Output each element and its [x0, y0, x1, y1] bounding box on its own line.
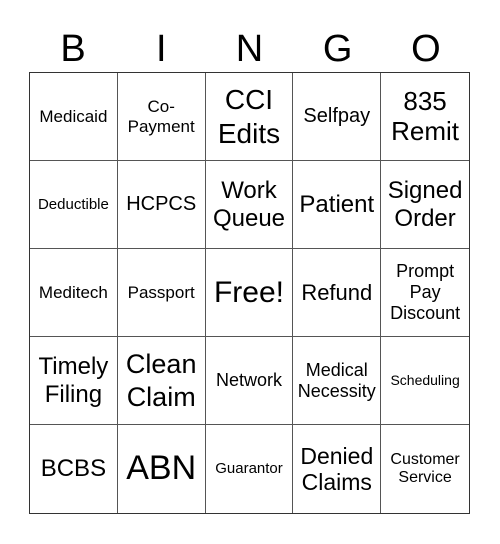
bingo-cell[interactable]: Selfpay [293, 73, 382, 161]
bingo-cell[interactable]: Signed Order [381, 161, 469, 249]
cell-text: 835 Remit [391, 85, 460, 146]
cell-text: Refund [301, 279, 373, 305]
header-letter-i: I [156, 28, 167, 70]
cell-text: BCBS [40, 455, 107, 483]
bingo-cell[interactable]: Patient [293, 161, 382, 249]
cell-text: CCI Edits [217, 83, 281, 149]
bingo-cell[interactable]: Guarantor [206, 425, 294, 513]
header-letter-g: G [322, 28, 353, 70]
cell-text: Denied Claims [300, 442, 374, 495]
bingo-cell[interactable]: Meditech [30, 249, 118, 337]
bingo-cell[interactable]: BCBS [30, 425, 118, 513]
bingo-cell[interactable]: Clean Claim [117, 337, 206, 425]
cell-text: Guarantor [215, 460, 283, 478]
bingo-cell[interactable]: Network [205, 337, 294, 425]
bingo-cell[interactable]: Co- Payment [117, 73, 206, 161]
bingo-cell[interactable]: CCI Edits [205, 73, 294, 161]
free-space-cell[interactable]: Free! [205, 249, 294, 337]
cell-text: Passport [127, 282, 195, 302]
bingo-cell[interactable]: Passport [117, 249, 206, 337]
bingo-cell[interactable]: HCPCS [117, 161, 206, 249]
bingo-cell[interactable]: Scheduling [381, 337, 469, 425]
cell-text: Free! [213, 275, 284, 309]
cell-text: Selfpay [303, 105, 371, 127]
bingo-cell[interactable]: Medical Necessity [293, 337, 382, 425]
bingo-cell[interactable]: Denied Claims [293, 425, 382, 513]
cell-text: Signed Order [387, 176, 463, 232]
header-letter-n: N [235, 28, 264, 70]
cell-text: Co- Payment [127, 96, 195, 136]
bingo-cell[interactable]: ABN [118, 425, 206, 513]
cell-text: Clean Claim [125, 349, 197, 412]
cell-text: Deductible [37, 195, 109, 213]
cell-text: Work Queue [212, 176, 286, 232]
bingo-cell[interactable]: Prompt Pay Discount [381, 249, 469, 337]
bingo-cell[interactable]: Timely Filing [30, 337, 118, 425]
cell-text: Prompt Pay Discount [390, 261, 461, 323]
cell-text: Customer Service [390, 450, 460, 486]
bingo-cell[interactable]: Deductible [30, 161, 118, 249]
cell-text: Medicaid [39, 106, 108, 126]
cell-text: Scheduling [390, 372, 460, 389]
cell-text: Meditech [38, 282, 108, 302]
bingo-cell[interactable]: Customer Service [381, 425, 469, 513]
cell-text: Network [215, 370, 282, 391]
cell-text: Medical Necessity [297, 359, 376, 401]
bingo-cell[interactable]: Work Queue [205, 161, 294, 249]
bingo-cell[interactable]: Refund [293, 249, 382, 337]
cell-text: Timely Filing [38, 352, 109, 408]
bingo-cell[interactable]: 835 Remit [381, 73, 469, 161]
cell-text: Patient [299, 190, 375, 218]
header-letter-b: B [60, 28, 86, 70]
cell-text: ABN [126, 449, 197, 488]
bingo-cell[interactable]: Medicaid [30, 73, 118, 161]
cell-text: HCPCS [126, 193, 197, 215]
header-letter-o: O [411, 28, 441, 70]
bingo-header: B I N G O [29, 26, 470, 72]
bingo-card-grid: Medicaid Co- Payment CCI Edits Selfpay 8… [29, 72, 470, 514]
